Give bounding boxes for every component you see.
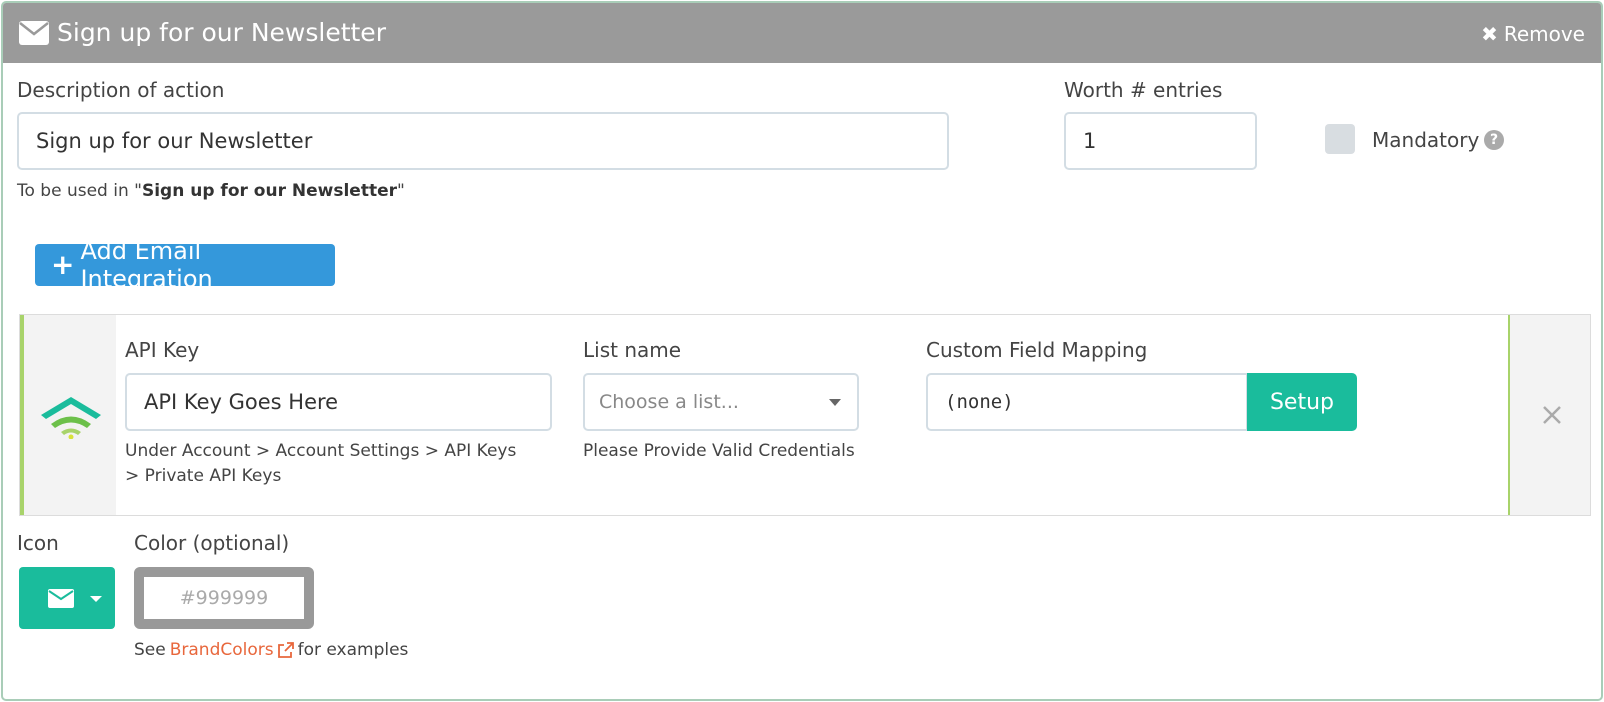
api-key-help: Under Account > Account Settings > API K… [125, 441, 517, 486]
envelope-icon [19, 21, 49, 45]
mandatory-checkbox[interactable] [1325, 124, 1355, 154]
mapping-value: (none) [945, 391, 1014, 413]
mandatory-label: Mandatory [1372, 128, 1480, 152]
integration-remove-area [1508, 315, 1590, 515]
brandcolors-link-text: BrandColors [169, 640, 274, 660]
list-help: Please Provide Valid Credentials [583, 441, 855, 461]
close-icon[interactable] [1536, 399, 1568, 431]
color-label: Color (optional) [134, 531, 290, 555]
add-integration-label: Add Email Integration [80, 237, 213, 293]
list-name-label: List name [583, 338, 682, 362]
worth-label: Worth # entries [1064, 78, 1223, 102]
brandcolors-link[interactable]: BrandColors [170, 637, 294, 663]
envelope-icon [48, 589, 74, 608]
icon-picker-button[interactable] [19, 567, 115, 629]
color-input[interactable]: #999999 [134, 567, 314, 629]
remove-label: Remove [1503, 22, 1585, 46]
help-icon[interactable]: ? [1484, 130, 1504, 150]
custom-field-mapping-input[interactable]: (none) [926, 373, 1248, 431]
external-link-icon [277, 641, 294, 658]
icon-label: Icon [17, 531, 59, 555]
panel-title: Sign up for our Newsletter [57, 18, 386, 47]
chevron-down-icon [90, 596, 102, 602]
remove-button[interactable]: ✖ Remove [1481, 21, 1585, 47]
worth-input[interactable]: 1 [1064, 112, 1257, 170]
usage-name: Sign up for our Newsletter [141, 181, 397, 201]
setup-button[interactable]: Setup [1247, 373, 1357, 431]
api-key-value: API Key Goes Here [144, 390, 339, 414]
description-input[interactable]: Sign up for our Newsletter [17, 112, 949, 170]
description-value: Sign up for our Newsletter [36, 129, 313, 153]
action-panel: Sign up for our Newsletter ✖ Remove Desc… [1, 1, 1603, 701]
integration-logo-area [20, 315, 116, 515]
provider-logo-icon [41, 397, 101, 439]
color-placeholder: #999999 [179, 587, 269, 609]
list-select[interactable]: Choose a list... [583, 373, 859, 431]
brandcolors-hint: See BrandColors for examples [134, 637, 408, 663]
list-placeholder: Choose a list... [599, 391, 739, 413]
close-icon: ✖ [1481, 22, 1498, 46]
see-prefix: See [134, 640, 166, 660]
see-suffix: for examples [297, 640, 409, 660]
api-key-label: API Key [125, 338, 200, 362]
panel-header: Sign up for our Newsletter ✖ Remove [3, 3, 1601, 63]
usage-text: To be used in "Sign up for our Newslette… [17, 181, 405, 201]
plus-icon: + [51, 248, 75, 281]
custom-field-mapping-label: Custom Field Mapping [926, 338, 1148, 362]
add-email-integration-button[interactable]: + Add Email Integration [35, 237, 335, 293]
email-integration-row: API Key API Key Goes Here Under Account … [19, 314, 1591, 516]
worth-value: 1 [1083, 129, 1097, 153]
chevron-down-icon [829, 399, 841, 406]
api-key-input[interactable]: API Key Goes Here [125, 373, 552, 431]
description-label: Description of action [17, 78, 225, 102]
